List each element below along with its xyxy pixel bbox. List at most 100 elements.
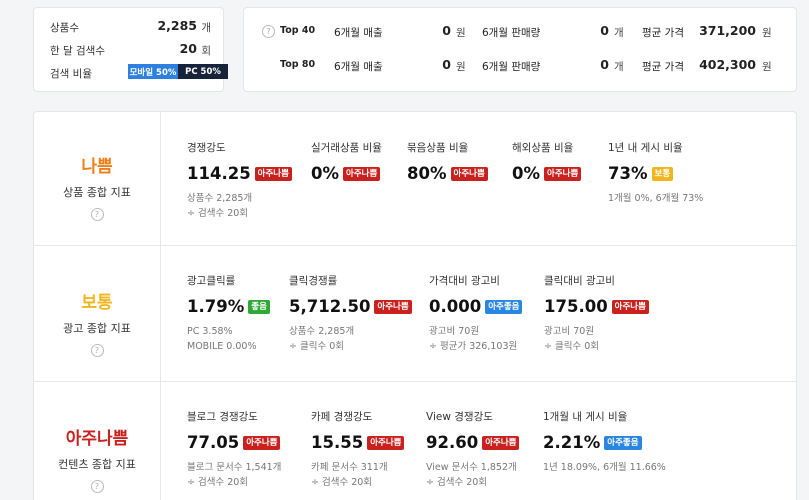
- mobile-ratio-segment: 모바일 50%: [128, 64, 178, 79]
- metric-value: 114.25: [187, 164, 251, 183]
- status-badge: 아주좋음: [604, 435, 642, 450]
- ad-section-title: 광고 종합 지표: [63, 322, 131, 335]
- top40-price-label: 평균 가격: [642, 27, 684, 39]
- metric-value: 80%: [407, 164, 447, 183]
- top40-price-unit: 원: [762, 27, 772, 39]
- metric-value: 15.55: [311, 433, 364, 452]
- help-icon[interactable]: ?: [90, 480, 104, 493]
- metric-label: 블로그 경쟁강도: [187, 411, 258, 423]
- row-divider: [34, 381, 796, 382]
- top80-qty-unit: 개: [614, 61, 624, 73]
- metric-click-ad-cost: 클릭대비 광고비 175.00 아주나쁨 광고비 70원 ÷ 클릭수 0회: [544, 273, 649, 354]
- metric-detail: 1개월 0%, 6개월 73%: [608, 193, 704, 204]
- metric-detail: ÷ 검색수 20회: [426, 477, 488, 488]
- metric-value: 0%: [311, 164, 340, 183]
- top40-price-value: 371,200: [699, 23, 756, 38]
- metric-overseas-ratio: 해외상품 비율 0% 아주나쁨: [512, 140, 582, 183]
- status-badge: 아주나쁨: [611, 299, 649, 314]
- monthly-search-value: 20: [179, 41, 197, 56]
- metric-ad-ctr: 광고클릭률 1.79% 좋음 PC 3.58% MOBILE 0.00%: [187, 273, 270, 354]
- status-badge: 아주나쁨: [243, 435, 281, 450]
- status-badge: 아주나쁨: [343, 166, 381, 181]
- metric-detail: MOBILE 0.00%: [187, 341, 257, 352]
- metric-label: 해외상품 비율: [512, 142, 574, 154]
- metric-detail: ÷ 클릭수 0회: [289, 341, 345, 352]
- top80-sales-unit: 원: [456, 61, 466, 73]
- metric-value: 0%: [512, 164, 541, 183]
- top-products-card: ? Top 40 6개월 매출 0 원 6개월 판매량 0 개 평균 가격 37…: [243, 7, 797, 92]
- status-badge: 아주나쁨: [544, 166, 582, 181]
- content-section-title: 컨텐츠 종합 지표: [58, 458, 136, 471]
- metric-detail: 광고비 70원: [429, 326, 480, 337]
- search-ratio-label: 검색 비율: [50, 68, 92, 80]
- product-grade: 나쁨: [81, 157, 113, 177]
- top40-qty-label: 6개월 판매량: [482, 27, 541, 39]
- metric-value: 92.60: [426, 433, 479, 452]
- product-grade-block: 나쁨 상품 종합 지표 ?: [34, 152, 160, 221]
- status-badge: 아주나쁨: [367, 435, 405, 450]
- help-icon[interactable]: ?: [90, 208, 104, 221]
- metric-detail: 1년 18.09%, 6개월 11.66%: [543, 462, 666, 473]
- status-badge: 보통: [651, 166, 674, 181]
- product-count-row: 상품수 2,285 개: [50, 18, 211, 36]
- metric-real-trade-ratio: 실거래상품 비율 0% 아주나쁨: [311, 140, 382, 183]
- metric-year-post-ratio: 1년 내 게시 비율 73% 보통 1개월 0%, 6개월 73%: [608, 140, 703, 206]
- metric-detail: PC 3.58%: [187, 326, 233, 337]
- monthly-search-unit: 회: [201, 45, 211, 57]
- metric-price-ad-cost: 가격대비 광고비 0.000 아주좋음 광고비 70원 ÷ 평균가 326,103원: [429, 273, 523, 354]
- status-badge: 아주나쁨: [374, 299, 412, 314]
- metric-detail: 상품수 2,285개: [187, 193, 253, 204]
- product-count-unit: 개: [201, 22, 211, 34]
- top80-price-unit: 원: [762, 61, 772, 73]
- ad-grade: 보통: [81, 293, 113, 313]
- metric-detail: 상품수 2,285개: [289, 326, 355, 337]
- metric-detail: 광고비 70원: [544, 326, 595, 337]
- top80-price-label: 평균 가격: [642, 61, 684, 73]
- metric-value: 5,712.50: [289, 297, 371, 316]
- metric-competition: 경쟁강도 114.25 아주나쁨 상품수 2,285개 ÷ 검색수 20회: [187, 140, 292, 221]
- pc-ratio-segment: PC 50%: [178, 64, 228, 79]
- search-ratio-row: 검색 비율 모바일 50% PC 50%: [50, 64, 228, 82]
- metric-month-post-ratio: 1개월 내 게시 비율 2.21% 아주좋음 1년 18.09%, 6개월 11.…: [543, 409, 666, 475]
- metric-label: 1년 내 게시 비율: [608, 142, 683, 154]
- metric-label: 1개월 내 게시 비율: [543, 411, 628, 423]
- metric-value: 0.000: [429, 297, 482, 316]
- metric-cafe-competition: 카페 경쟁강도 15.55 아주나쁨 카페 문서수 311개 ÷ 검색수 20회: [311, 409, 405, 490]
- metric-label: 카페 경쟁강도: [311, 411, 373, 423]
- top80-sales-value: 0: [442, 57, 451, 72]
- metric-label: 광고클릭률: [187, 275, 236, 287]
- monthly-search-label: 한 달 검색수: [50, 45, 105, 57]
- metric-detail: View 문서수 1,852개: [426, 462, 517, 473]
- metric-view-competition: View 경쟁강도 92.60 아주나쁨 View 문서수 1,852개 ÷ 검색수…: [426, 409, 520, 490]
- top40-sales-unit: 원: [456, 27, 466, 39]
- summary-card: 상품수 2,285 개 한 달 검색수 20 회 검색 비율 모바일 50% P…: [33, 7, 228, 92]
- content-grade-block: 아주나쁨 컨텐츠 종합 지표 ?: [34, 424, 160, 493]
- product-count-value: 2,285: [157, 18, 197, 33]
- metric-click-competition: 클릭경쟁률 5,712.50 아주나쁨 상품수 2,285개 ÷ 클릭수 0회: [289, 273, 412, 354]
- status-badge: 아주나쁨: [482, 435, 520, 450]
- metric-value: 175.00: [544, 297, 608, 316]
- top80-label: Top 80: [280, 59, 316, 70]
- metric-detail: ÷ 검색수 20회: [187, 477, 249, 488]
- search-ratio-bar: 모바일 50% PC 50%: [128, 64, 228, 79]
- top80-row: Top 80 6개월 매출 0 원 6개월 판매량 0 개 평균 가격 402,…: [244, 56, 796, 76]
- product-section-title: 상품 종합 지표: [63, 186, 131, 199]
- metric-bundle-ratio: 묶음상품 비율 80% 아주나쁨: [407, 140, 488, 183]
- ad-grade-block: 보통 광고 종합 지표 ?: [34, 288, 160, 357]
- metric-value: 2.21%: [543, 433, 601, 452]
- metric-label: 가격대비 광고비: [429, 275, 500, 287]
- help-icon[interactable]: ?: [90, 344, 104, 357]
- metric-detail: ÷ 클릭수 0회: [544, 341, 600, 352]
- metric-detail: ÷ 검색수 20회: [311, 477, 373, 488]
- top80-qty-label: 6개월 판매량: [482, 61, 541, 73]
- metric-label: 묶음상품 비율: [407, 142, 469, 154]
- status-badge: 아주좋음: [485, 299, 523, 314]
- top40-qty-value: 0: [600, 23, 609, 38]
- metrics-panel: 나쁨 상품 종합 지표 ? 경쟁강도 114.25 아주나쁨 상품수 2,285개…: [33, 111, 797, 500]
- metric-detail: ÷ 검색수 20회: [187, 208, 249, 219]
- top40-sales-label: 6개월 매출: [334, 27, 383, 39]
- metric-value: 77.05: [187, 433, 240, 452]
- top80-price-value: 402,300: [699, 57, 756, 72]
- content-grade: 아주나쁨: [65, 429, 129, 449]
- row-divider: [34, 245, 796, 246]
